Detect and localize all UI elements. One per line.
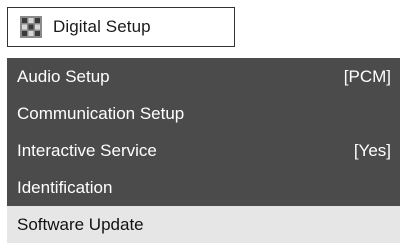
menu-item-value: [Yes] [353,140,391,160]
setup-menu: Audio Setup [PCM] Communication Setup In… [7,58,400,243]
menu-item-software-update[interactable]: Software Update [7,206,400,243]
page-title: Digital Setup [53,17,151,36]
menu-item-interactive-service[interactable]: Interactive Service [Yes] [7,132,400,169]
menu-item-label: Interactive Service [17,140,157,160]
menu-item-label: Software Update [17,214,144,234]
menu-item-identification[interactable]: Identification [7,169,400,206]
menu-item-label: Audio Setup [17,66,110,86]
menu-title-box: Digital Setup [7,7,235,47]
menu-item-communication-setup[interactable]: Communication Setup [7,95,400,132]
settings-grid-icon [20,16,42,38]
menu-item-label: Communication Setup [17,103,185,123]
menu-item-audio-setup[interactable]: Audio Setup [PCM] [7,58,400,95]
menu-item-label: Identification [17,177,113,197]
menu-item-value: [PCM] [343,66,391,86]
